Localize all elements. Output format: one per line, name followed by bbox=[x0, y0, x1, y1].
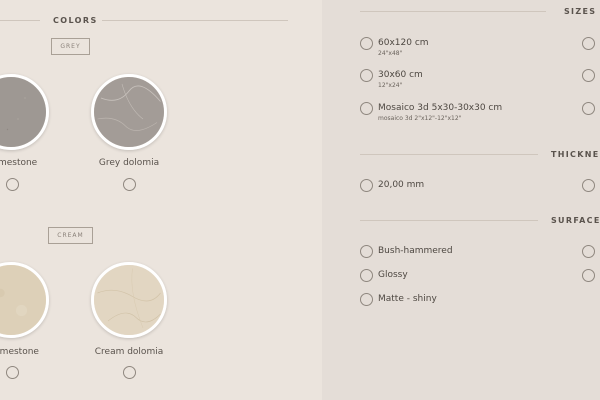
size-option-label: 30x60 cm bbox=[378, 70, 423, 80]
size-option-label: 60x120 cm bbox=[378, 38, 429, 48]
radio-size-extra[interactable] bbox=[582, 37, 595, 50]
colors-panel: COLORS GREY y limestone Grey dolomia CRE… bbox=[0, 0, 322, 400]
swatch-label-grey-limestone: y limestone bbox=[0, 158, 38, 168]
cream-dolomia-texture bbox=[94, 265, 164, 335]
swatch-grey-dolomia[interactable] bbox=[91, 74, 167, 150]
group-filter-grey[interactable]: GREY bbox=[51, 38, 90, 55]
surface-option-label: Matte - shiny bbox=[378, 294, 437, 304]
surface-option-label: Glossy bbox=[378, 270, 408, 280]
swatch-cream-dolomia[interactable] bbox=[91, 262, 167, 338]
filters-panel: SIZES 60x120 cm 24"x48" 30x60 cm 12"x24"… bbox=[322, 0, 600, 400]
radio-size-60x120[interactable] bbox=[360, 37, 373, 50]
radio-surface-glossy[interactable] bbox=[360, 269, 373, 282]
size-option-sub: 24"x48" bbox=[378, 50, 403, 57]
radio-cream-dolomia[interactable] bbox=[123, 366, 136, 379]
radio-surface-extra[interactable] bbox=[582, 269, 595, 282]
size-option-sub: 12"x24" bbox=[378, 82, 403, 89]
colors-title: COLORS bbox=[53, 16, 98, 25]
radio-cream-limestone[interactable] bbox=[6, 366, 19, 379]
radio-size-extra[interactable] bbox=[582, 102, 595, 115]
swatch-cream-limestone[interactable] bbox=[0, 262, 49, 338]
radio-thickness-extra[interactable] bbox=[582, 179, 595, 192]
grey-dolomia-texture bbox=[94, 77, 164, 147]
divider bbox=[360, 154, 538, 155]
radio-thickness-20mm[interactable] bbox=[360, 179, 373, 192]
radio-surface-matte-shiny[interactable] bbox=[360, 293, 373, 306]
radio-size-30x60[interactable] bbox=[360, 69, 373, 82]
surfaces-title: SURFACES* bbox=[551, 216, 600, 225]
radio-grey-limestone[interactable] bbox=[6, 178, 19, 191]
radio-surface-bush-hammered[interactable] bbox=[360, 245, 373, 258]
sizes-title: SIZES bbox=[564, 7, 597, 16]
divider bbox=[360, 220, 538, 221]
swatch-label-cream-limestone: m limestone bbox=[0, 347, 39, 357]
radio-size-extra[interactable] bbox=[582, 69, 595, 82]
swatch-grey-limestone[interactable] bbox=[0, 74, 49, 150]
grey-limestone-texture bbox=[0, 77, 46, 147]
thickness-option-label: 20,00 mm bbox=[378, 180, 425, 190]
cream-limestone-texture bbox=[0, 265, 46, 335]
radio-size-mosaico[interactable] bbox=[360, 102, 373, 115]
radio-grey-dolomia[interactable] bbox=[123, 178, 136, 191]
surface-option-label: Bush-hammered bbox=[378, 246, 453, 256]
size-option-label: Mosaico 3d 5x30-30x30 cm bbox=[378, 103, 503, 113]
swatch-label-grey-dolomia: Grey dolomia bbox=[98, 158, 160, 168]
size-option-sub: mosaico 3d 2"x12"-12"x12" bbox=[378, 115, 462, 122]
thickness-title: THICKNESS bbox=[551, 150, 600, 159]
group-filter-cream[interactable]: CREAM bbox=[48, 227, 93, 244]
divider bbox=[0, 20, 40, 21]
radio-surface-extra[interactable] bbox=[582, 245, 595, 258]
swatch-label-cream-dolomia: Cream dolomia bbox=[94, 347, 164, 357]
divider bbox=[102, 20, 288, 21]
colors-header: COLORS bbox=[0, 15, 322, 27]
divider bbox=[360, 11, 546, 12]
